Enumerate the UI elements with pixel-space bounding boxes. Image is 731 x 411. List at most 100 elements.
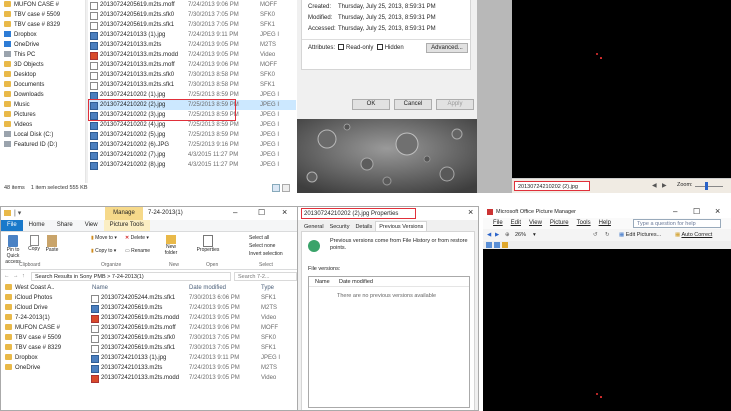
nav-item[interactable]: TBV case # 8329 (0, 20, 85, 30)
prev-arrow-icon[interactable]: ◀ (652, 182, 657, 189)
col-date[interactable]: Date modified (333, 277, 373, 286)
rotate-icon[interactable]: ↺ (593, 229, 598, 241)
close-icon[interactable]: × (715, 206, 720, 216)
properties-button[interactable]: Properties (196, 235, 220, 253)
maximize-icon[interactable]: ☐ (258, 208, 265, 217)
menu-item[interactable]: View (529, 220, 542, 226)
nav-item[interactable]: TBV case # 5509 (1, 333, 87, 343)
thumbnail-view-icon[interactable] (282, 184, 290, 192)
maximize-icon[interactable]: ☐ (693, 207, 700, 216)
menu-item[interactable]: Picture (550, 220, 569, 226)
file-row[interactable]: 20130724205619.m2ts.sfk0 7/30/2013 7:05 P… (89, 333, 299, 343)
close-icon[interactable]: × (468, 207, 473, 217)
delete-button[interactable]: ✕ Delete ▾ (125, 235, 149, 241)
edit-pictures-button[interactable]: ▦ Edit Pictures... (619, 229, 661, 241)
nav-item[interactable]: Desktop (0, 70, 85, 80)
nav-item[interactable]: 3D Objects (0, 60, 85, 70)
file-row[interactable]: 20130724210133.m2ts.sfk1 7/30/2013 8:58 P… (88, 80, 296, 90)
copy-button[interactable]: Copy (26, 235, 42, 252)
file-row[interactable]: 20130724205619.m2ts.modd 7/24/2013 9:05 P… (89, 313, 299, 323)
nav-item[interactable]: Dropbox (1, 353, 87, 363)
details-view-icon[interactable] (272, 184, 280, 192)
nav-item[interactable]: Pictures (0, 110, 85, 120)
back-icon[interactable]: ◀ (487, 229, 491, 241)
nav-item[interactable]: Featured ID (D:) (0, 140, 85, 150)
nav-item[interactable]: Dropbox (0, 30, 85, 40)
single-view-icon[interactable] (502, 242, 508, 248)
nav-item[interactable]: Documents (0, 80, 85, 90)
file-row[interactable]: 20130724205619.m2ts.moff 7/24/2013 9:06 P… (88, 0, 296, 10)
close-icon[interactable]: × (282, 207, 287, 217)
search-input[interactable]: Search 7-2... (234, 272, 297, 281)
nav-item[interactable]: Videos (0, 120, 85, 130)
copy-to-button[interactable]: ▮ Copy to ▾ (91, 248, 116, 254)
rename-button[interactable]: ▭ Rename (125, 248, 150, 254)
pin-button[interactable]: Pin to Quick access (3, 235, 23, 265)
file-row[interactable]: 20130724205619.m2ts.sfk1 7/30/2013 7:05 P… (88, 20, 296, 30)
nav-item[interactable]: TBV case # 8329 (1, 343, 87, 353)
minimize-icon[interactable]: – (233, 208, 237, 217)
file-row[interactable]: 20130724205244.m2ts.sfk1 7/30/2013 6:06 P… (89, 293, 299, 303)
ok-button[interactable]: OK (352, 99, 390, 110)
nav-item[interactable]: OneDrive (0, 40, 85, 50)
ribbon-tab[interactable]: View (79, 220, 104, 231)
address-bar[interactable]: Search Results in Sony PMB > 7-24-2013(1… (31, 272, 231, 281)
zoom-dropdown-icon[interactable]: ▾ (533, 229, 536, 241)
nav-item[interactable]: Downloads (0, 90, 85, 100)
nav-item[interactable]: This PC (0, 50, 85, 60)
apply-button[interactable]: Apply (436, 99, 474, 110)
zoom-slider-thumb[interactable] (705, 182, 708, 190)
nav-item[interactable]: West Coast A.. (1, 283, 87, 293)
hidden-checkbox[interactable]: Hidden (376, 43, 404, 54)
back-arrow-icon[interactable]: ← (4, 271, 10, 282)
file-row[interactable]: 20130724210133.m2ts.modd 7/24/2013 9:05 P… (89, 373, 299, 383)
thumbnail-view-icon[interactable] (486, 242, 492, 248)
nav-item[interactable]: Local Disk (C:) (0, 130, 85, 140)
header-type[interactable]: Type (261, 283, 283, 293)
file-row[interactable]: 20130724210133.m2ts 7/24/2013 9:05 PM M2TS (89, 363, 299, 373)
file-row[interactable]: 20130724205619.m2ts.moff 7/24/2013 9:06 P… (89, 323, 299, 333)
advanced-button[interactable]: Advanced... (426, 43, 468, 53)
up-arrow-icon[interactable]: ↑ (22, 271, 25, 282)
forward-arrow-icon[interactable]: → (13, 271, 19, 282)
invert-selection-button[interactable]: Invert selection (249, 250, 283, 258)
nav-item[interactable]: 7-24-2013(1) (1, 313, 87, 323)
ribbon-tab[interactable]: Share (51, 220, 79, 231)
menu-item[interactable]: Tools (577, 220, 591, 226)
auto-correct-button[interactable]: ▦ Auto Correct (675, 229, 712, 241)
nav-item[interactable]: Music (0, 100, 85, 110)
file-row[interactable]: 20130724210133.m2ts 7/24/2013 9:05 PM M2TS (88, 40, 296, 50)
file-row[interactable]: 20130724205619.m2ts 7/24/2013 9:05 PM M2TS (89, 303, 299, 313)
col-name[interactable]: Name (309, 277, 333, 286)
file-row[interactable]: 20130724210133.m2ts.moff 7/24/2013 9:06 P… (88, 60, 296, 70)
zoom-value[interactable]: 26% (515, 229, 526, 241)
menu-item[interactable]: Help (599, 220, 611, 226)
versions-list[interactable]: Name Date modified There are no previous… (308, 276, 470, 408)
ribbon-tab[interactable]: File (1, 220, 23, 231)
next-arrow-icon[interactable]: ▶ (662, 182, 667, 189)
file-row[interactable]: 20130724210202 (5).jpg 7/25/2013 8:59 PM J… (88, 130, 296, 140)
file-row[interactable]: 20130724210133.m2ts.modd 7/24/2013 9:05 P… (88, 50, 296, 60)
file-row[interactable]: 20130724210133 (1).jpg 7/24/2013 9:11 PM J… (88, 30, 296, 40)
forward-icon[interactable]: ▶ (495, 229, 499, 241)
ribbon-tab[interactable]: Home (23, 220, 51, 231)
file-row[interactable]: 20130724205619.m2ts.sfk0 7/30/2013 7:05 P… (88, 10, 296, 20)
menu-item[interactable]: Edit (511, 220, 521, 226)
nav-item[interactable]: MUFON CASE # (1, 323, 87, 333)
header-date[interactable]: Date modified (189, 283, 261, 293)
minimize-icon[interactable]: – (673, 207, 677, 216)
nav-item[interactable]: OneDrive (1, 363, 87, 373)
filmstrip-view-icon[interactable] (494, 242, 500, 248)
move-to-button[interactable]: ▮ Move to ▾ (91, 235, 117, 241)
zoom-slider[interactable] (695, 186, 723, 187)
menu-item[interactable]: File (493, 220, 503, 226)
select-none-button[interactable]: Select none (249, 242, 283, 250)
file-row[interactable]: 20130724210133 (1).jpg 7/24/2013 9:11 PM J… (89, 353, 299, 363)
file-row[interactable]: 20130724205619.m2ts.sfk1 7/30/2013 7:05 P… (89, 343, 299, 353)
new-folder-button[interactable]: New folder (161, 235, 181, 256)
file-row[interactable]: 20130724210202 (7).jpg 4/3/2015 11:27 PM J… (88, 150, 296, 160)
manage-tab[interactable]: Manage (105, 207, 143, 220)
nav-item[interactable]: iCloud Photos (1, 293, 87, 303)
nav-item[interactable]: iCloud Drive (1, 303, 87, 313)
cancel-button[interactable]: Cancel (394, 99, 432, 110)
